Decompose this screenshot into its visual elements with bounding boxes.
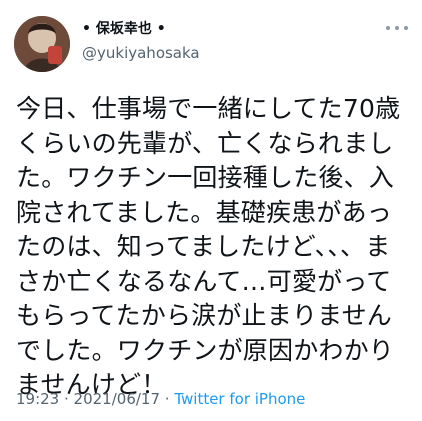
avatar[interactable]: [14, 16, 70, 72]
user-handle[interactable]: @yukiyahosaka: [82, 43, 200, 63]
tweet-meta: 19:23 · 2021/06/17 · Twitter for iPhone: [16, 389, 305, 409]
tweet-text: 今日、仕事場で一緒にしてた70歳くらいの先輩が、亡くなられました。ワクチン一回接…: [16, 94, 401, 399]
meta-separator: ·: [59, 390, 74, 408]
tweet-source[interactable]: Twitter for iPhone: [174, 390, 305, 408]
avatar-photo-icon: [14, 16, 70, 72]
tweet-card: • 保坂幸也 • @yukiyahosaka 今日、仕事場で一緒にしてた70歳く…: [0, 0, 422, 421]
dot: [386, 26, 390, 30]
more-dots-icon[interactable]: [386, 20, 408, 36]
tweet-time[interactable]: 19:23: [16, 390, 59, 408]
tweet-date[interactable]: 2021/06/17: [74, 390, 160, 408]
meta-separator: ·: [160, 390, 175, 408]
dot: [404, 26, 408, 30]
display-name[interactable]: • 保坂幸也 •: [82, 19, 166, 39]
dot: [395, 26, 399, 30]
